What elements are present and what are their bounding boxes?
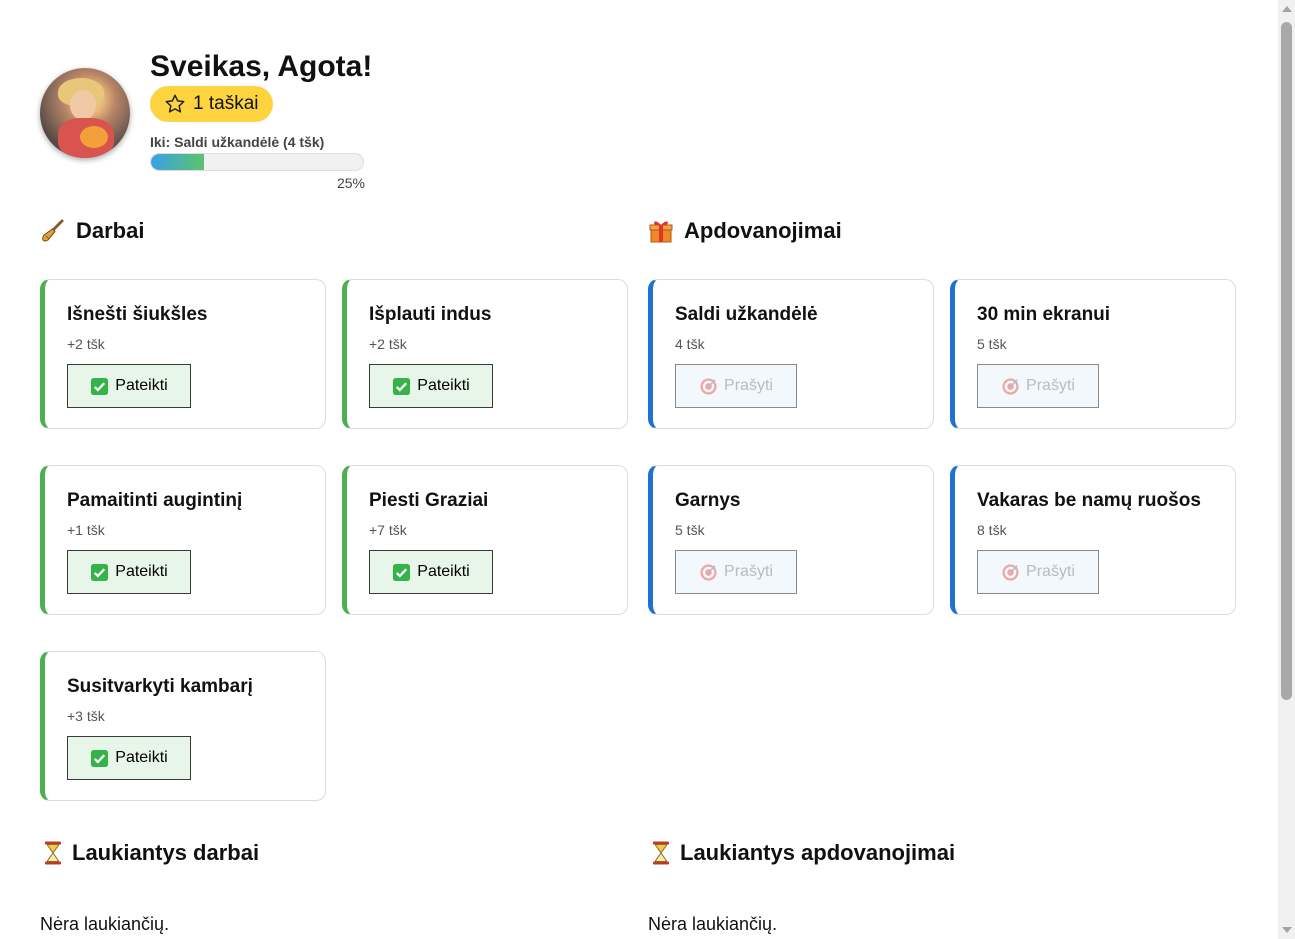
scroll-thumb[interactable]	[1281, 22, 1292, 700]
chore-points: +2 tšk	[369, 336, 407, 352]
chore-card: Susitvarkyti kambarį +3 tšk Pateikti	[40, 651, 326, 801]
rewards-heading: Apdovanojimai	[648, 218, 842, 244]
pending-rewards-heading: Laukiantys apdovanojimai	[648, 840, 955, 866]
reward-name: Garnys	[675, 490, 741, 511]
request-label: Prašyti	[724, 377, 773, 394]
submit-chore-button[interactable]: Pateikti	[67, 364, 191, 408]
chores-title: Darbai	[76, 218, 145, 243]
submit-label: Pateikti	[115, 749, 168, 766]
check-icon	[393, 563, 411, 581]
chore-name: Pamaitinti augintinį	[67, 490, 243, 511]
pending-rewards-empty: Nėra laukiančių.	[648, 914, 778, 934]
broom-icon	[42, 219, 64, 242]
reward-card: Saldi užkandėlė 4 tšk Prašyti	[648, 279, 934, 429]
submit-label: Pateikti	[115, 563, 168, 580]
request-reward-button[interactable]: Prašyti	[977, 550, 1099, 594]
check-icon	[393, 377, 411, 395]
request-label: Prašyti	[1026, 563, 1075, 580]
pending-chores-heading: Laukiantys darbai	[40, 840, 259, 866]
request-label: Prašyti	[1026, 377, 1075, 394]
goal-label: Iki: Saldi užkandėlė (4 tšk)	[150, 134, 325, 150]
submit-chore-button[interactable]: Pateikti	[67, 550, 191, 594]
submit-chore-button[interactable]: Pateikti	[369, 550, 493, 594]
chore-points: +1 tšk	[67, 522, 105, 538]
chore-card: Išnešti šiukšles +2 tšk Pateikti	[40, 279, 326, 429]
pending-chores-empty: Nėra laukiančių.	[40, 914, 170, 934]
scroll-down-arrow-icon[interactable]	[1282, 927, 1292, 933]
star-icon	[165, 94, 185, 113]
goal-progress-bar	[150, 153, 364, 171]
target-icon	[700, 563, 717, 581]
reward-card: Vakaras be namų ruošos 8 tšk Prašyti	[950, 465, 1236, 615]
target-icon	[1002, 563, 1019, 581]
target-icon	[700, 377, 717, 395]
submit-label: Pateikti	[115, 377, 168, 394]
submit-chore-button[interactable]: Pateikti	[67, 736, 191, 780]
request-label: Prašyti	[724, 563, 773, 580]
check-icon	[91, 749, 109, 767]
pending-chores-title: Laukiantys darbai	[72, 840, 260, 865]
submit-label: Pateikti	[417, 377, 470, 394]
reward-card: Garnys 5 tšk Prašyti	[648, 465, 934, 615]
chore-name: Susitvarkyti kambarį	[67, 676, 253, 697]
chore-card: Piesti Graziai +7 tšk Pateikti	[342, 465, 628, 615]
reward-name: Saldi užkandėlė	[675, 304, 818, 325]
page-title: Sveikas, Agota!	[150, 50, 373, 83]
check-icon	[91, 377, 109, 395]
chore-points: +2 tšk	[67, 336, 105, 352]
target-icon	[1002, 377, 1019, 395]
chore-name: Piesti Graziai	[369, 490, 489, 511]
points-label: 1 taškai	[193, 93, 259, 114]
submit-label: Pateikti	[417, 563, 470, 580]
scroll-up-arrow-icon[interactable]	[1282, 6, 1292, 12]
request-reward-button[interactable]: Prašyti	[675, 550, 797, 594]
chore-name: Išplauti indus	[369, 304, 492, 325]
reward-cost: 8 tšk	[977, 522, 1007, 538]
reward-cost: 4 tšk	[675, 336, 705, 352]
reward-card: 30 min ekranui 5 tšk Prašyti	[950, 279, 1236, 429]
chore-card: Pamaitinti augintinį +1 tšk Pateikti	[40, 465, 326, 615]
reward-cost: 5 tšk	[977, 336, 1007, 352]
chore-card: Išplauti indus +2 tšk Pateikti	[342, 279, 628, 429]
chores-heading: Darbai	[40, 218, 144, 244]
rewards-title: Apdovanojimai	[684, 218, 842, 243]
points-badge: 1 taškai	[150, 86, 274, 122]
gift-icon	[649, 221, 673, 243]
chore-points: +3 tšk	[67, 708, 105, 724]
hourglass-icon	[45, 841, 61, 865]
submit-chore-button[interactable]: Pateikti	[369, 364, 493, 408]
reward-cost: 5 tšk	[675, 522, 705, 538]
hourglass-icon	[653, 841, 669, 865]
chore-points: +7 tšk	[369, 522, 407, 538]
progress-percent: 25%	[336, 175, 365, 191]
goal-progress-fill	[151, 154, 204, 170]
check-icon	[91, 563, 109, 581]
page-scrollbar[interactable]	[1278, 0, 1295, 939]
reward-name: 30 min ekranui	[977, 304, 1111, 325]
request-reward-button[interactable]: Prašyti	[675, 364, 797, 408]
request-reward-button[interactable]: Prašyti	[977, 364, 1099, 408]
reward-name: Vakaras be namų ruošos	[977, 490, 1201, 511]
avatar	[40, 68, 130, 158]
pending-rewards-title: Laukiantys apdovanojimai	[680, 840, 956, 865]
chore-name: Išnešti šiukšles	[67, 304, 208, 325]
